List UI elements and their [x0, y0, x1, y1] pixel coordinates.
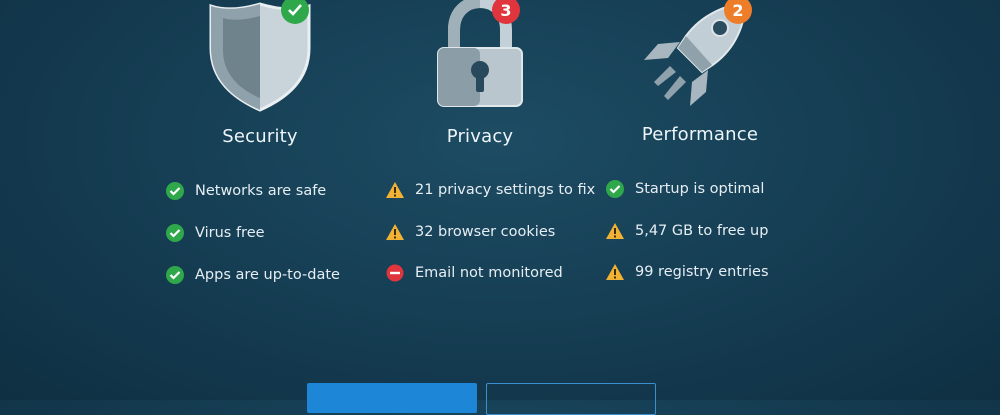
performance-item-label: 5,47 GB to free up	[635, 223, 769, 239]
checkmark-icon	[288, 4, 302, 16]
ok-status-icon	[165, 223, 185, 243]
performance-title: Performance	[641, 124, 759, 145]
performance-item-label: Startup is optimal	[635, 181, 765, 197]
performance-hero[interactable]: 2	[640, 0, 760, 110]
privacy-item-label: 32 browser cookies	[415, 224, 556, 240]
ok-status-icon	[165, 265, 185, 285]
performance-item-3: 99 registry entries	[605, 262, 769, 282]
privacy-hero[interactable]: 3	[430, 0, 530, 110]
privacy-item-2: 32 browser cookies	[385, 222, 555, 242]
error-status-icon	[385, 263, 405, 283]
warning-status-icon	[385, 180, 405, 200]
security-item-1: Networks are safe	[165, 181, 326, 201]
warning-status-icon	[605, 262, 625, 282]
performance-item-2: 5,47 GB to free up	[605, 221, 768, 241]
security-hero[interactable]	[205, 0, 315, 112]
security-item-label: Apps are up-to-date	[195, 267, 340, 283]
privacy-item-label: 21 privacy settings to fix	[415, 182, 596, 198]
security-item-label: Networks are safe	[195, 183, 327, 199]
performance-item-label: 99 registry entries	[635, 264, 769, 280]
security-item-2: Virus free	[165, 223, 265, 243]
security-item-3: Apps are up-to-date	[165, 265, 340, 285]
ok-status-icon	[605, 179, 625, 199]
performance-item-1: Startup is optimal	[605, 179, 764, 199]
warning-status-icon	[605, 221, 625, 241]
privacy-item-3: Email not monitored	[385, 263, 563, 283]
secondary-action-button[interactable]	[486, 383, 656, 415]
privacy-item-label: Email not monitored	[415, 265, 563, 281]
ok-status-icon	[165, 181, 185, 201]
security-item-label: Virus free	[195, 225, 265, 241]
warning-status-icon	[385, 222, 405, 242]
privacy-item-1: 21 privacy settings to fix	[385, 180, 595, 200]
primary-action-button[interactable]	[307, 383, 477, 413]
